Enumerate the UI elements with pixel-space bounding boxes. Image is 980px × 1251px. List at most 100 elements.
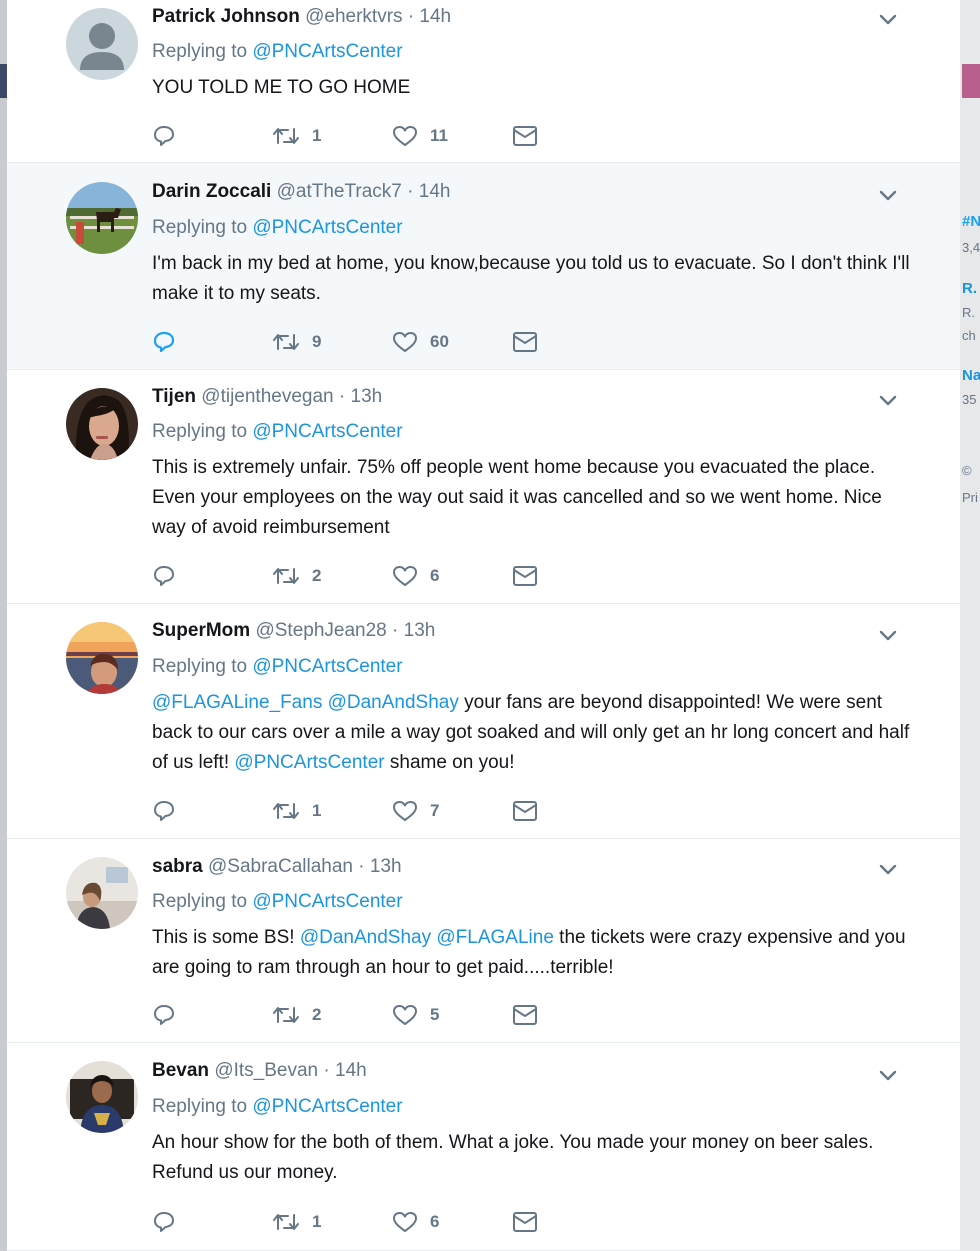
sunset-selfie-photo (66, 622, 138, 694)
like-button[interactable]: 6 (392, 1207, 439, 1237)
mention-link[interactable]: @PNCArtsCenter (252, 1096, 402, 1117)
heart-icon (393, 566, 417, 586)
like-count: 6 (430, 566, 440, 585)
user-handle[interactable]: @tijenthevegan (201, 386, 333, 407)
user-handle[interactable]: @eherktvrs (305, 6, 402, 27)
like-button[interactable]: 11 (392, 121, 448, 151)
reply-icon (154, 126, 174, 146)
retweet-button[interactable]: 9 (272, 327, 321, 357)
tweet-text: @FLAGALine_Fans @DanAndShay your fans ar… (152, 688, 912, 778)
chevron-down-icon[interactable] (877, 1064, 899, 1086)
user-handle[interactable]: @Its_Bevan (214, 1060, 318, 1081)
tweet[interactable]: sabra @SabraCallahan · 13h Replying to @… (7, 839, 960, 1043)
reply-icon (153, 331, 175, 353)
chevron-down-icon[interactable] (877, 184, 899, 206)
envelope-icon (513, 126, 537, 146)
background-page-left (0, 0, 7, 1251)
retweet-button[interactable]: 1 (272, 121, 321, 151)
mention-link[interactable]: @PNCArtsCenter (252, 217, 402, 238)
direct-message-button[interactable] (512, 121, 538, 151)
heart-icon (393, 1005, 417, 1025)
tweet-header: Bevan @Its_Bevan · 14h (152, 1060, 367, 1082)
room-photo (66, 857, 138, 929)
display-name[interactable]: Patrick Johnson (152, 6, 300, 27)
retweet-button[interactable]: 2 (272, 1000, 321, 1030)
avatar[interactable] (66, 388, 138, 460)
tweet-text: This is some BS! @DanAndShay @FLAGALine … (152, 923, 912, 983)
timestamp[interactable]: 13h (404, 620, 436, 641)
mention-link[interactable]: @DanAndShay (300, 927, 431, 948)
direct-message-button[interactable] (512, 1207, 538, 1237)
mention-link[interactable]: @PNCArtsCenter (252, 891, 402, 912)
reply-button[interactable] (152, 1000, 176, 1030)
mention-link[interactable]: @PNCArtsCenter (252, 421, 402, 442)
tweet[interactable]: SuperMom @StephJean28 · 13h Replying to … (7, 604, 960, 839)
replying-to-label: Replying to (152, 41, 248, 62)
retweet-icon (273, 568, 299, 584)
display-name[interactable]: SuperMom (152, 620, 250, 641)
direct-message-button[interactable] (512, 561, 538, 591)
direct-message-button[interactable] (512, 796, 538, 826)
tweet-text: An hour show for the both of them. What … (152, 1132, 874, 1183)
tweet-header: sabra @SabraCallahan · 13h (152, 856, 402, 878)
display-name[interactable]: Tijen (152, 386, 196, 407)
like-button[interactable]: 60 (392, 327, 449, 357)
retweet-button[interactable]: 1 (272, 1207, 321, 1237)
avatar[interactable] (66, 1061, 138, 1133)
chevron-down-icon[interactable] (877, 8, 899, 30)
heart-icon (393, 801, 417, 821)
like-button[interactable]: 5 (392, 1000, 439, 1030)
timestamp[interactable]: 14h (419, 181, 451, 202)
replying-to: Replying to @PNCArtsCenter (152, 217, 403, 239)
timestamp[interactable]: 13h (351, 386, 383, 407)
mention-link[interactable]: @FLAGALine_Fans (152, 692, 322, 713)
reply-button[interactable] (152, 796, 176, 826)
retweet-count: 2 (312, 1005, 322, 1024)
timestamp[interactable]: 13h (370, 856, 402, 877)
timestamp[interactable]: 14h (419, 6, 451, 27)
tweet[interactable]: Tijen @tijenthevegan · 13h Replying to @… (7, 370, 960, 604)
avatar[interactable] (66, 857, 138, 929)
reply-button[interactable] (152, 121, 176, 151)
tweet-header: Tijen @tijenthevegan · 13h (152, 386, 382, 408)
mention-link[interactable]: @DanAndShay (328, 692, 459, 713)
like-count: 5 (430, 1005, 440, 1024)
chevron-down-icon[interactable] (877, 389, 899, 411)
avatar[interactable] (66, 622, 138, 694)
envelope-icon (513, 332, 537, 352)
direct-message-button[interactable] (512, 1000, 538, 1030)
display-name[interactable]: sabra (152, 856, 203, 877)
chevron-down-icon[interactable] (877, 624, 899, 646)
display-name[interactable]: Bevan (152, 1060, 209, 1081)
envelope-icon (513, 1005, 537, 1025)
user-handle[interactable]: @StephJean28 (255, 620, 386, 641)
mention-link[interactable]: @PNCArtsCenter (252, 41, 402, 62)
reply-button[interactable] (152, 561, 176, 591)
like-button[interactable]: 6 (392, 561, 439, 591)
user-handle[interactable]: @SabraCallahan (208, 856, 353, 877)
like-button[interactable]: 7 (392, 796, 439, 826)
direct-message-button[interactable] (512, 327, 538, 357)
reply-button[interactable] (152, 327, 176, 357)
display-name[interactable]: Darin Zoccali (152, 181, 271, 202)
avatar[interactable] (66, 8, 138, 80)
reply-icon (154, 566, 174, 586)
reply-button[interactable] (152, 1207, 176, 1237)
tweet-text: This is extremely unfair. 75% off people… (152, 457, 882, 538)
retweet-button[interactable]: 1 (272, 796, 321, 826)
retweet-button[interactable]: 2 (272, 561, 321, 591)
tweet[interactable]: Patrick Johnson @eherktvrs · 14h Replyin… (7, 0, 960, 163)
tweet[interactable]: Darin Zoccali @atTheTrack7 · 14h Replyin… (7, 163, 960, 370)
mention-link[interactable]: @PNCArtsCenter (252, 656, 402, 677)
background-text: Pri (962, 490, 978, 505)
chevron-down-icon[interactable] (877, 858, 899, 880)
timestamp[interactable]: 14h (335, 1060, 367, 1081)
heart-icon (393, 1212, 417, 1232)
mention-link[interactable]: @FLAGALine (436, 927, 554, 948)
user-handle[interactable]: @atTheTrack7 (277, 181, 402, 202)
reply-icon (154, 1005, 174, 1025)
tweet[interactable]: Bevan @Its_Bevan · 14h Replying to @PNCA… (7, 1043, 960, 1251)
mention-link[interactable]: @PNCArtsCenter (234, 752, 384, 773)
retweet-icon (273, 334, 299, 350)
avatar[interactable] (66, 182, 138, 254)
